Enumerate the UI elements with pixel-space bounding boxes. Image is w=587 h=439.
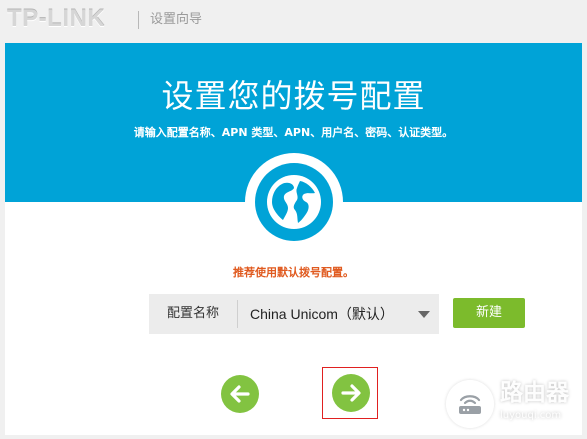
brand-logo: TP-LINK (7, 5, 106, 32)
page-subtitle: 请输入配置名称、APN 类型、APN、用户名、密码、认证类型。 (133, 126, 454, 139)
chevron-down-icon[interactable] (409, 294, 439, 334)
new-profile-button[interactable]: 新建 (453, 298, 525, 328)
header-divider (138, 11, 139, 29)
profile-value[interactable]: China Unicom（默认） (238, 294, 409, 334)
globe-badge (245, 153, 343, 251)
router-icon (446, 380, 494, 428)
top-bar: TP-LINK 设置向导 (0, 0, 587, 40)
watermark-url: luyouqi.com (500, 410, 562, 421)
globe-icon (255, 163, 333, 241)
page-title: 设置您的拨号配置 (161, 77, 426, 115)
recommend-hint: 推荐使用默认拨号配置。 (233, 266, 354, 279)
next-button[interactable] (332, 374, 370, 412)
watermark: 路由器 luyouqi.com (444, 376, 584, 436)
previous-button[interactable] (221, 375, 259, 413)
breadcrumb: 设置向导 (150, 12, 203, 27)
profile-select[interactable]: 配置名称 China Unicom（默认） (149, 294, 439, 334)
watermark-text: 路由器 (500, 380, 569, 406)
profile-label: 配置名称 (166, 306, 219, 321)
next-focus-outline (322, 367, 378, 419)
arrow-left-icon (230, 385, 250, 403)
arrow-right-icon (341, 384, 361, 402)
